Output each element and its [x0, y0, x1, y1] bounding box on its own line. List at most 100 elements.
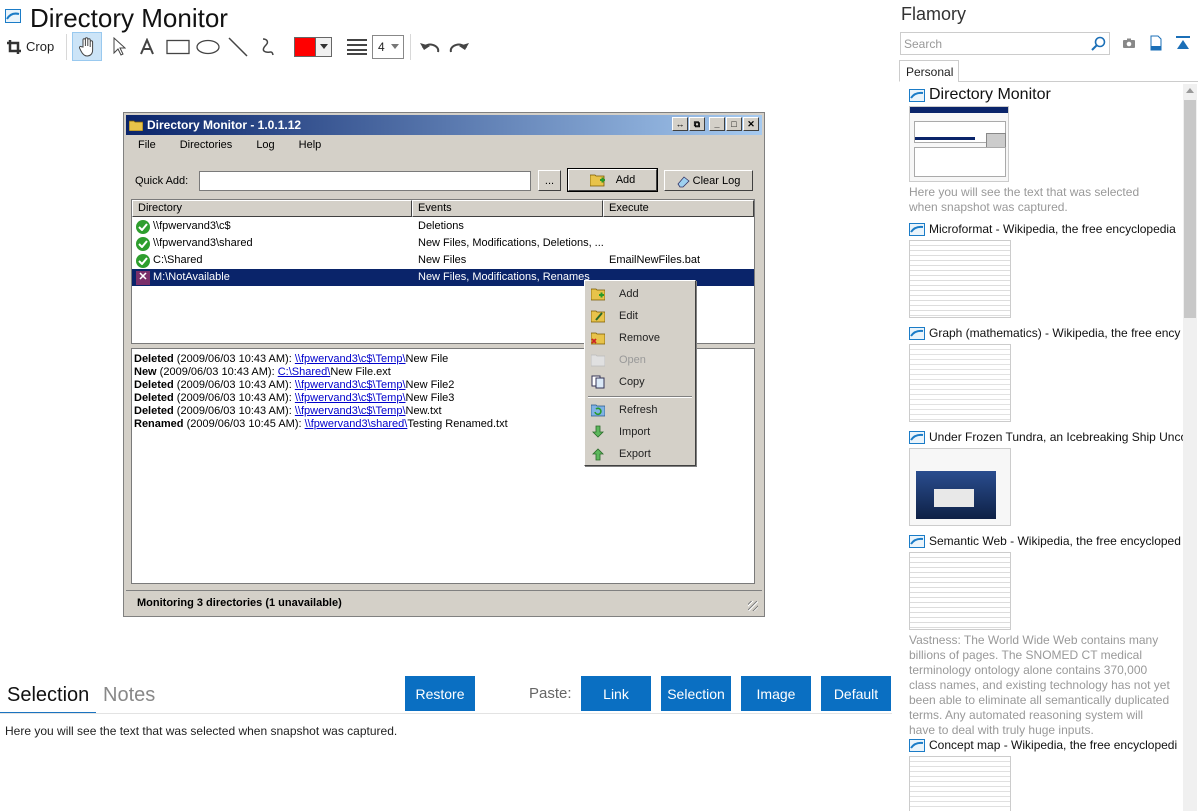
- paste-selection-button[interactable]: Selection: [661, 676, 731, 711]
- quick-add-input[interactable]: [199, 171, 531, 191]
- context-menu-copy[interactable]: Copy: [587, 372, 693, 392]
- check-icon: [136, 253, 150, 268]
- freehand-icon: [262, 37, 274, 55]
- freehand-tool-button[interactable]: [256, 32, 280, 61]
- menu-help[interactable]: Help: [287, 139, 334, 157]
- list-item[interactable]: Graph (mathematics) - Wikipedia, the fre…: [909, 324, 1183, 422]
- snapshot-thumbnail: [909, 344, 1011, 422]
- row-directory: \\fpwervand3\shared: [153, 237, 253, 249]
- row-events: New Files, Modifications, Deletions, ...: [418, 237, 604, 249]
- flamory-logo-icon: [909, 738, 925, 752]
- chevron-down-icon: [391, 44, 399, 49]
- paste-image-button[interactable]: Image: [741, 676, 811, 711]
- page-title: Directory Monitor: [30, 3, 228, 33]
- hand-tool-button[interactable]: [72, 32, 102, 61]
- clear-log-button[interactable]: Clear Log: [664, 170, 753, 191]
- row-events: New Files: [418, 254, 467, 266]
- menu-log[interactable]: Log: [244, 139, 286, 157]
- log-path-link[interactable]: \\fpwervand3\c$\Temp\: [295, 353, 406, 365]
- log-path-link[interactable]: \\fpwervand3\c$\Temp\: [295, 392, 406, 404]
- list-item[interactable]: Semantic Web - Wikipedia, the free encyc…: [909, 532, 1183, 738]
- column-header-events[interactable]: Events: [412, 200, 603, 217]
- tab-personal[interactable]: Personal: [899, 60, 959, 82]
- window-titlebar: Directory Monitor - 1.0.1.12 ↔ ⧉ _ □ ✕: [126, 115, 762, 135]
- log-path-link[interactable]: \\fpwervand3\c$\Temp\: [295, 379, 406, 391]
- undo-icon: [420, 42, 440, 52]
- text-a-icon: [140, 37, 154, 54]
- entry-description: Vastness: The World Wide Web contains ma…: [909, 633, 1170, 737]
- restore-window-button[interactable]: ⧉: [689, 117, 705, 131]
- context-menu-open: Open: [587, 350, 693, 370]
- list-item[interactable]: Concept map - Wikipedia, the free encycl…: [909, 736, 1183, 811]
- flamory-logo-icon: [5, 9, 21, 23]
- entry-title: Microformat - Wikipedia, the free encycl…: [929, 222, 1176, 236]
- context-menu-remove[interactable]: Remove: [587, 328, 693, 348]
- snapshot-thumbnail: [909, 552, 1011, 630]
- ellipse-tool-button[interactable]: [195, 32, 221, 61]
- table-row[interactable]: \\fpwervand3\c$ Deletions: [132, 218, 754, 235]
- paste-link-button[interactable]: Link: [581, 676, 651, 711]
- column-header-execute[interactable]: Execute: [603, 200, 754, 217]
- tab-notes[interactable]: Notes: [103, 684, 155, 707]
- tab-selection[interactable]: Selection: [7, 684, 89, 707]
- minimize-button[interactable]: _: [709, 117, 725, 131]
- maximize-button[interactable]: □: [726, 117, 742, 131]
- log-path-link[interactable]: \\fpwervand3\shared\: [305, 418, 408, 430]
- column-header-directory[interactable]: Directory: [132, 200, 412, 217]
- browse-button[interactable]: ...: [538, 170, 561, 191]
- search-icon[interactable]: [1091, 36, 1106, 51]
- redo-button[interactable]: [447, 32, 471, 61]
- log-path-link[interactable]: \\fpwervand3\c$\Temp\: [295, 405, 406, 417]
- resize-grip-icon[interactable]: [748, 601, 758, 611]
- pointer-tool-button[interactable]: [108, 32, 130, 61]
- rectangle-tool-button[interactable]: [165, 32, 191, 61]
- paste-default-button[interactable]: Default: [821, 676, 891, 711]
- toolbar-divider: [410, 34, 411, 60]
- close-button[interactable]: ✕: [743, 117, 759, 131]
- context-menu-refresh[interactable]: Refresh: [587, 400, 693, 420]
- table-row[interactable]: C:\Shared New Files EmailNewFiles.bat: [132, 252, 754, 269]
- chevron-down-icon: [316, 36, 332, 57]
- camera-icon[interactable]: [1121, 35, 1137, 51]
- context-menu: Add Edit Remove Open Copy Refresh Import: [584, 280, 696, 466]
- document-icon[interactable]: [1148, 35, 1164, 51]
- snapshot-thumbnail: [909, 106, 1009, 182]
- add-label: Add: [615, 174, 636, 186]
- text-tool-button[interactable]: [136, 32, 158, 61]
- add-directory-button[interactable]: Add: [567, 168, 658, 192]
- table-row[interactable]: \\fpwervand3\shared New Files, Modificat…: [132, 235, 754, 252]
- restore-button[interactable]: Restore: [405, 676, 475, 711]
- scrollbar-thumb[interactable]: [1184, 100, 1196, 318]
- import-icon: [592, 425, 604, 438]
- line-tool-button[interactable]: [225, 32, 251, 61]
- scroll-up-icon[interactable]: [1186, 88, 1194, 93]
- refresh-icon: [591, 404, 605, 417]
- context-menu-import[interactable]: Import: [587, 422, 693, 442]
- context-menu-edit[interactable]: Edit: [587, 306, 693, 326]
- list-item[interactable]: Under Frozen Tundra, an Icebreaking Ship…: [909, 428, 1183, 526]
- flamory-logo-icon: [909, 326, 925, 340]
- line-width-select[interactable]: 4: [372, 35, 404, 59]
- selection-text: Here you will see the text that was sele…: [5, 724, 398, 738]
- context-menu-add[interactable]: Add: [587, 284, 693, 304]
- list-item[interactable]: Directory Monitor Here you will see the …: [909, 86, 1183, 215]
- pin-button[interactable]: ↔: [672, 117, 688, 131]
- add-folder-icon: [591, 288, 605, 301]
- row-directory: M:\NotAvailable: [153, 271, 230, 283]
- context-menu-export[interactable]: Export: [587, 444, 693, 464]
- window-menubar: File Directories Log Help: [126, 139, 333, 157]
- entry-title: Directory Monitor: [929, 86, 1051, 103]
- log-path-link[interactable]: C:\Shared\: [278, 366, 331, 378]
- color-picker[interactable]: [292, 32, 334, 61]
- menu-file[interactable]: File: [126, 139, 168, 157]
- remove-folder-icon: [591, 332, 605, 345]
- crop-button[interactable]: Crop: [6, 32, 58, 61]
- search-input[interactable]: Search: [900, 32, 1110, 55]
- list-item[interactable]: Microformat - Wikipedia, the free encycl…: [909, 220, 1183, 318]
- hand-icon: [78, 36, 94, 57]
- undo-button[interactable]: [418, 32, 442, 61]
- list-header: Directory Events Execute: [132, 200, 754, 217]
- collapse-up-icon[interactable]: [1175, 35, 1191, 51]
- menu-directories[interactable]: Directories: [168, 139, 245, 157]
- row-events: New Files, Modifications, Renames: [418, 271, 590, 283]
